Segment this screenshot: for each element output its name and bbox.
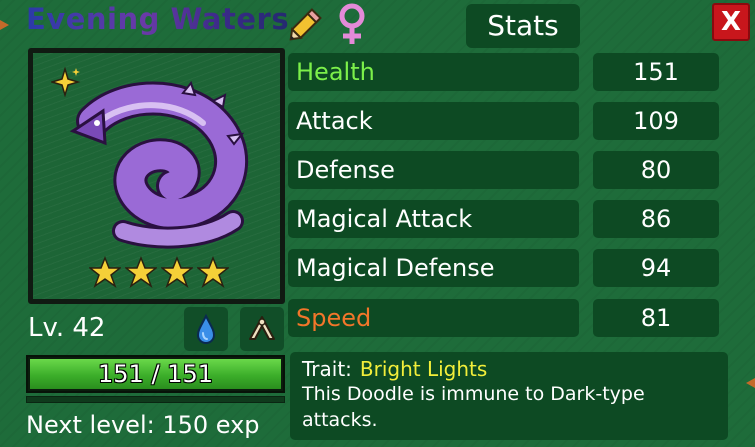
stat-value: 94: [593, 249, 719, 287]
doodle-portrait: [28, 48, 285, 304]
star-icon: [161, 256, 193, 288]
trait-heading: Trait: Bright Lights: [302, 357, 716, 381]
stat-row-magical-attack: Magical Attack 86: [288, 200, 719, 238]
stat-label: Health: [288, 53, 579, 91]
trait-panel: Trait: Bright Lights This Doodle is immun…: [290, 352, 728, 440]
edge-marker-right: [746, 378, 755, 388]
star-icon: [89, 256, 121, 288]
pencil-rename-icon[interactable]: [286, 2, 328, 44]
next-level-text: Next level: 150 exp: [26, 411, 260, 439]
ability-type-badge[interactable]: [240, 307, 284, 351]
star-icon: [197, 256, 229, 288]
close-button[interactable]: X: [712, 3, 750, 41]
edge-marker-left: [0, 20, 9, 30]
hp-bar: 151 / 151: [26, 355, 285, 393]
ability-icon: [249, 316, 275, 340]
water-drop-icon: [196, 313, 216, 345]
stat-value: 81: [593, 299, 719, 337]
star-icon: [125, 256, 157, 288]
stat-label: Magical Defense: [288, 249, 579, 287]
star-rating: [89, 256, 229, 288]
water-type-badge[interactable]: [184, 307, 228, 351]
doodle-creature-image: [69, 81, 248, 249]
stat-value: 80: [593, 151, 719, 189]
trait-prefix: Trait:: [302, 357, 352, 381]
stat-value: 86: [593, 200, 719, 238]
stat-value: 109: [593, 102, 719, 140]
stat-label: Attack: [288, 102, 579, 140]
exp-bar: [26, 396, 285, 403]
hp-text: 151 / 151: [98, 360, 213, 388]
trait-description: This Doodle is immune to Dark-type attac…: [302, 383, 645, 431]
stat-label: Defense: [288, 151, 579, 189]
tab-stats[interactable]: Stats: [466, 4, 580, 48]
trait-name: Bright Lights: [359, 357, 488, 381]
stat-label: Speed: [288, 299, 579, 337]
stat-row-defense: Defense 80: [288, 151, 719, 189]
stat-row-health: Health 151: [288, 53, 719, 91]
doodle-name: Evening Waters: [26, 2, 289, 42]
doodle-level: Lv. 42: [28, 313, 106, 343]
stat-label: Magical Attack: [288, 200, 579, 238]
stat-row-speed: Speed 81: [288, 299, 719, 337]
stat-row-attack: Attack 109: [288, 102, 719, 140]
female-gender-icon: [339, 3, 365, 44]
stat-value: 151: [593, 53, 719, 91]
stat-row-magical-defense: Magical Defense 94: [288, 249, 719, 287]
